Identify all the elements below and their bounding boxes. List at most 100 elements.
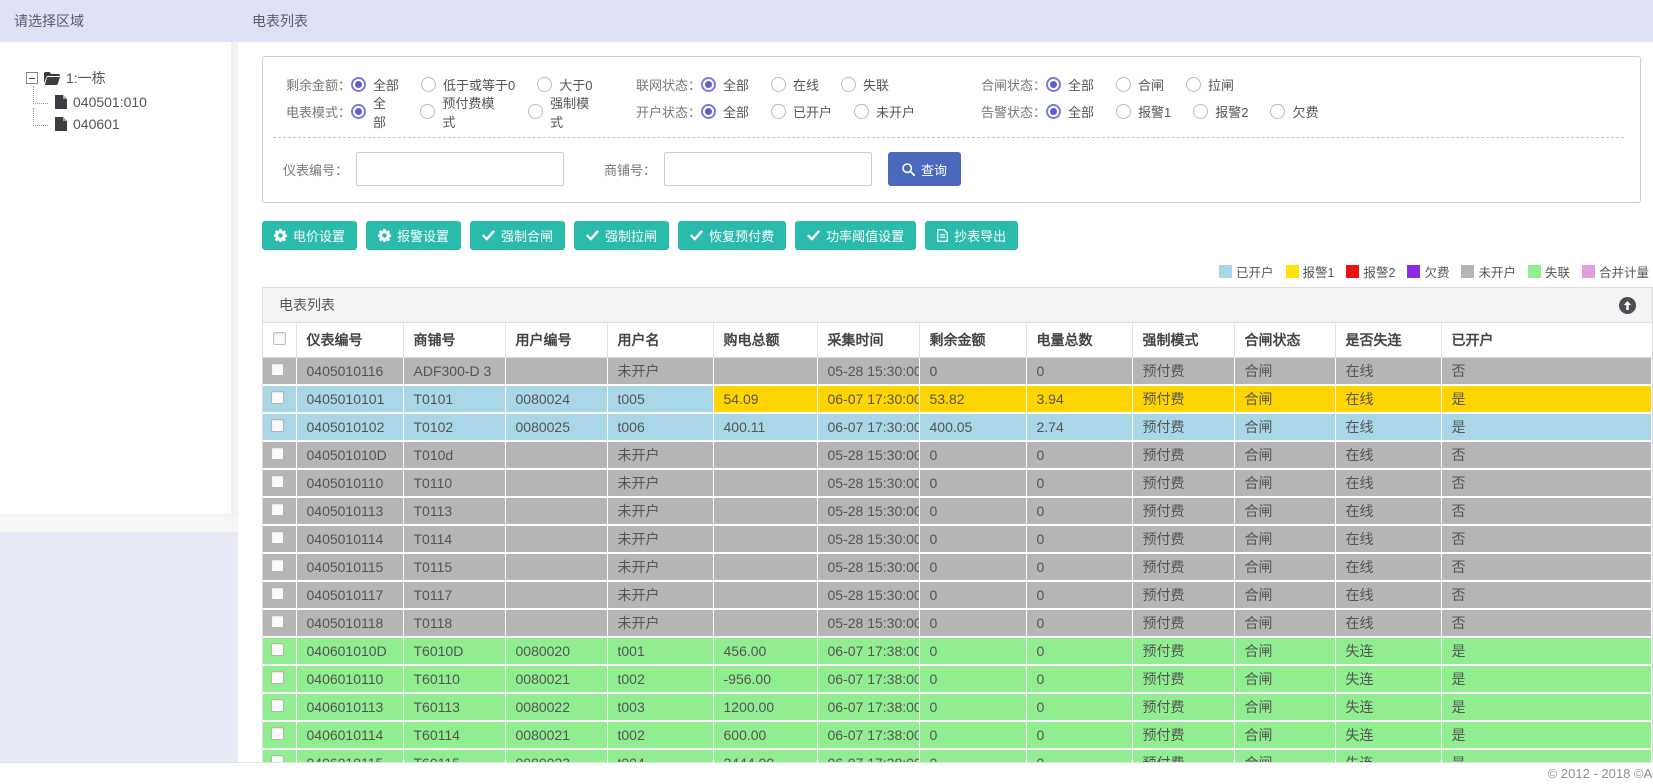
table-cell: 在线 — [1335, 553, 1442, 582]
tree-node-building[interactable]: 1:一栋 — [26, 68, 238, 88]
legend-item: 欠费 — [1407, 262, 1449, 281]
radio-icon[interactable] — [537, 77, 553, 92]
radio-option[interactable]: 全部 — [701, 102, 749, 121]
radio-option[interactable]: 全部 — [1046, 75, 1094, 94]
radio-icon[interactable] — [420, 104, 436, 119]
shop-no-input[interactable] — [664, 152, 873, 186]
radio-icon[interactable] — [701, 77, 716, 92]
radio-icon[interactable] — [421, 77, 437, 92]
radio-icon[interactable] — [1046, 77, 1061, 92]
radio-option[interactable]: 报警2 — [1193, 102, 1248, 121]
row-checkbox[interactable] — [271, 559, 284, 572]
sidebar-scrollbar[interactable] — [231, 42, 238, 514]
table-cell: 0 — [919, 609, 1027, 638]
radio-icon[interactable] — [1193, 104, 1209, 119]
row-checkbox[interactable] — [271, 699, 284, 712]
radio-option[interactable]: 拉闸 — [1186, 75, 1234, 94]
table-cell: 0 — [919, 553, 1027, 582]
table-cell: 0406010110 — [296, 665, 404, 694]
radio-icon[interactable] — [771, 104, 787, 119]
radio-icon[interactable] — [1270, 104, 1286, 119]
action-button-电价设置[interactable]: 电价设置 — [262, 221, 358, 250]
radio-icon[interactable] — [351, 77, 366, 92]
table-row: 0405010110 T0110 未开户 05-28 15:30:00 0 0 预付费 合闸在… — [263, 469, 1652, 498]
action-button-强制合闸[interactable]: 强制合闸 — [470, 221, 566, 250]
radio-option[interactable]: 在线 — [771, 75, 819, 94]
row-checkbox[interactable] — [271, 615, 284, 628]
radio-icon[interactable] — [1186, 77, 1202, 92]
radio-option[interactable]: 失联 — [841, 75, 889, 94]
action-button-报警设置[interactable]: 报警设置 — [366, 221, 462, 250]
select-all-checkbox[interactable] — [273, 331, 286, 345]
tree-node-meter-group[interactable]: 040501:010 — [33, 86, 238, 110]
action-button-强制拉闸[interactable]: 强制拉闸 — [574, 221, 670, 250]
radio-option-label: 欠费 — [1292, 105, 1319, 120]
radio-icon[interactable] — [854, 104, 870, 119]
action-button-恢复预付费[interactable]: 恢复预付费 — [678, 221, 787, 250]
radio-icon[interactable] — [841, 77, 857, 92]
row-checkbox[interactable] — [271, 362, 284, 376]
action-button-抄表导出[interactable]: 抄表导出 — [925, 221, 1019, 250]
row-checkbox[interactable] — [271, 475, 284, 488]
radio-option[interactable]: 全部 — [351, 93, 398, 131]
radio-option[interactable]: 全部 — [1046, 102, 1094, 121]
row-checkbox[interactable] — [271, 727, 284, 740]
radio-option[interactable]: 低于或等于0 — [421, 75, 515, 94]
radio-option[interactable]: 全部 — [701, 75, 749, 94]
table-row: 0405010115 T0115 未开户 05-28 15:30:00 0 0 预付费 合闸在… — [263, 553, 1652, 582]
radio-option-label: 失联 — [863, 78, 890, 93]
table-cell: 预付费 — [1132, 357, 1235, 386]
table-cell: 0405010114 — [296, 525, 404, 554]
table-cell: 是 — [1441, 637, 1652, 666]
action-button-label: 功率阈值设置 — [826, 229, 905, 244]
row-checkbox[interactable] — [271, 531, 284, 544]
check-icon — [807, 230, 820, 241]
filter-group-label: 联网状态： — [635, 78, 701, 93]
radio-option[interactable]: 已开户 — [771, 102, 832, 121]
row-checkbox[interactable] — [271, 447, 284, 460]
table-cell: 0 — [1026, 441, 1133, 470]
radio-icon[interactable] — [1116, 77, 1132, 92]
action-button-功率阈值设置[interactable]: 功率阈值设置 — [795, 221, 917, 250]
radio-icon[interactable] — [1046, 104, 1061, 119]
filter-divider — [273, 137, 1624, 138]
radio-icon[interactable] — [351, 104, 366, 119]
query-button[interactable]: 查询 — [888, 152, 962, 186]
radio-icon[interactable] — [1116, 104, 1132, 119]
radio-option[interactable]: 合闸 — [1116, 75, 1164, 94]
meter-no-input[interactable] — [356, 152, 565, 186]
row-checkbox[interactable] — [271, 391, 284, 404]
table-cell: T0110 — [403, 469, 506, 498]
radio-icon[interactable] — [771, 77, 787, 92]
table-cell: 05-28 15:30:00 — [817, 581, 920, 610]
table-cell: 0405010118 — [296, 609, 404, 638]
collapse-up-icon[interactable] — [1619, 296, 1636, 314]
tree-collapse-icon[interactable] — [26, 72, 38, 84]
row-checkbox[interactable] — [271, 643, 284, 656]
action-button-label: 强制拉闸 — [605, 229, 658, 244]
radio-option[interactable]: 未开户 — [854, 102, 915, 121]
radio-option[interactable]: 预付费模式 — [420, 93, 506, 131]
table-cell: T60113 — [403, 693, 506, 722]
radio-option[interactable]: 强制模式 — [528, 93, 601, 131]
legend-item: 未开户 — [1461, 262, 1516, 281]
row-checkbox[interactable] — [271, 503, 284, 516]
radio-option[interactable]: 大于0 — [537, 75, 592, 94]
row-checkbox[interactable] — [271, 587, 284, 600]
table-cell: t002 — [607, 665, 714, 694]
radio-option[interactable]: 欠费 — [1270, 102, 1319, 121]
radio-option-label: 合闸 — [1138, 78, 1165, 93]
radio-option[interactable]: 报警1 — [1116, 102, 1171, 121]
radio-option[interactable]: 全部 — [351, 75, 399, 94]
table-cell: -956.00 — [713, 665, 818, 694]
tree-node-meter-group[interactable]: 040601 — [33, 108, 238, 132]
row-checkbox[interactable] — [271, 419, 284, 432]
table-cell — [713, 357, 818, 386]
filter-group-label: 告警状态： — [980, 105, 1046, 120]
radio-icon[interactable] — [701, 104, 716, 119]
legend-label: 报警1 — [1302, 266, 1335, 280]
table-cell: 0405010101 — [296, 385, 404, 414]
radio-icon[interactable] — [528, 104, 544, 119]
row-checkbox[interactable] — [271, 671, 284, 684]
table-cell — [505, 553, 608, 582]
